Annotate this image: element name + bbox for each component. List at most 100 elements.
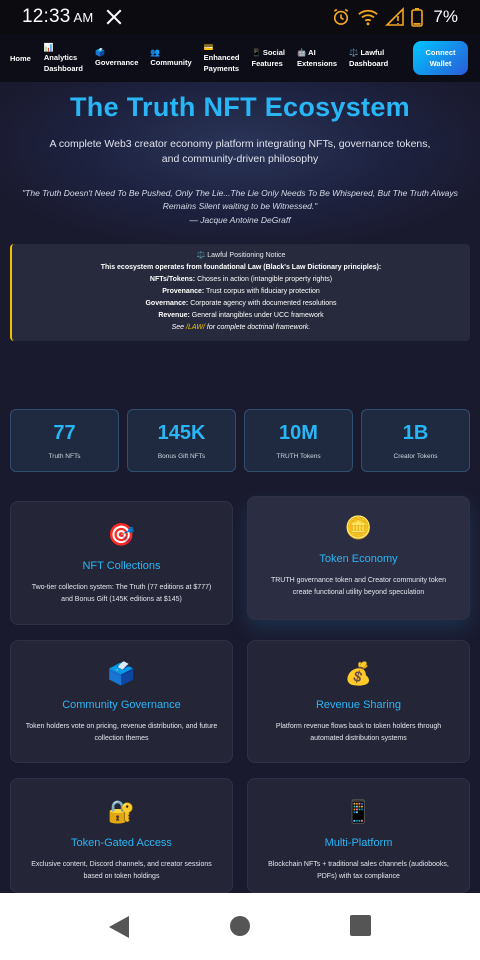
- stat-label: Bonus Gift NFTs: [157, 453, 206, 460]
- feature-card-token-economy: 🪙 Token Economy TRUTH governance token a…: [247, 496, 470, 620]
- feature-desc: TRUTH governance token and Creator commu…: [270, 577, 447, 596]
- nav-label: Dashboard: [43, 63, 84, 73]
- nav-enhanced-payments[interactable]: 💳 Enhanced Payments: [204, 43, 240, 74]
- notice-title: ⚖️ Lawful Positioning Notice: [196, 252, 286, 259]
- quote-text: "The Truth Doesn't Need To Be Pushed, On…: [22, 188, 458, 211]
- hero-quote: "The Truth Doesn't Need To Be Pushed, On…: [10, 187, 470, 227]
- feature-title: Token-Gated Access: [71, 837, 172, 849]
- nav-label-text: AI: [308, 48, 316, 57]
- notice-label: NFTs/Tokens:: [149, 276, 196, 283]
- nav-lawful-dashboard[interactable]: ⚖️ Lawful Dashboard: [349, 47, 388, 69]
- nav-governance[interactable]: 🗳️ Governance: [95, 48, 138, 68]
- feature-title: Multi-Platform: [324, 837, 393, 849]
- nav-label: Payments: [203, 63, 240, 73]
- feature-card-multi-platform: 📱 Multi-Platform Blockchain NFTs + tradi…: [247, 778, 470, 893]
- back-icon[interactable]: [107, 915, 131, 939]
- nav-label: Governance: [95, 58, 139, 67]
- nav-label: ⚖️ Lawful: [349, 47, 384, 58]
- nav-label: 🤖 AI: [297, 47, 316, 58]
- nav-community[interactable]: 👥 Community: [150, 48, 191, 68]
- notice-line: Provenance: Trust corpus with fiduciary …: [12, 286, 470, 298]
- status-time: 12:33 AM: [22, 6, 93, 28]
- feature-card-nft-collections: 🎯 NFT Collections Two-tier collection sy…: [10, 501, 233, 625]
- nav-analytics-dashboard[interactable]: 📊 Analytics Dashboard: [44, 43, 83, 74]
- android-nav-bar: [0, 893, 480, 960]
- notice-text: See: [171, 324, 187, 331]
- stats-row: 77 Truth NFTs 145K Bonus Gift NFTs 10M T…: [10, 409, 470, 472]
- notice-label: Revenue:: [158, 312, 190, 319]
- nav-label: 📱 Social: [251, 47, 285, 58]
- signal-icon: [385, 7, 405, 26]
- stat-label: Creator Tokens: [393, 453, 438, 460]
- nav-label-text: Lawful: [360, 48, 385, 57]
- nav-label: Dashboard: [349, 59, 389, 68]
- nav-label: Community: [150, 58, 192, 67]
- x-logo-icon: [107, 9, 122, 25]
- hero-section: The Truth NFT Ecosystem A complete Web3 …: [0, 82, 480, 242]
- notice-text: General intangibles under UCC framework: [189, 312, 324, 319]
- notice-line: Revenue: General intangibles under UCC f…: [12, 310, 470, 322]
- lawful-notice: ⚖️ Lawful Positioning Notice This ecosys…: [10, 244, 470, 341]
- top-navbar: Home 📊 Analytics Dashboard 🗳️ Governance…: [0, 34, 480, 82]
- nav-ai-extensions[interactable]: 🤖 AI Extensions: [297, 47, 337, 69]
- nav-home-label: Home: [10, 53, 31, 63]
- feature-desc: Platform revenue flows back to token hol…: [275, 723, 442, 742]
- notice-line: Governance: Corporate agency with docume…: [12, 298, 470, 310]
- nav-label-text: Social: [262, 48, 286, 57]
- feature-desc: Two-tier collection system: The Truth (7…: [31, 584, 212, 603]
- home-circle-icon[interactable]: [229, 915, 251, 937]
- nav-label: Features: [251, 59, 283, 68]
- feature-title: Token Economy: [319, 553, 398, 565]
- mobile-phone-icon: 📱: [344, 799, 373, 824]
- nav-label: Extensions: [297, 59, 338, 68]
- stat-card: 10M TRUTH Tokens: [244, 409, 353, 472]
- notice-text: Corporate agency with documented resolut…: [188, 300, 337, 307]
- feature-title: NFT Collections: [82, 560, 161, 572]
- stat-card: 1B Creator Tokens: [361, 409, 470, 472]
- ampm-text: AM: [73, 10, 94, 25]
- notice-text: for complete doctrinal framework.: [204, 324, 311, 331]
- notice-line: This ecosystem operates from foundationa…: [12, 262, 470, 274]
- stat-card: 77 Truth NFTs: [10, 409, 119, 472]
- stat-value: 10M: [279, 422, 318, 444]
- robot-icon: 🤖: [297, 48, 307, 57]
- people-icon: 👥: [150, 48, 161, 57]
- recents-square-icon[interactable]: [350, 915, 371, 936]
- quote-author: — Jacque Antoine DeGraff: [189, 215, 291, 225]
- lock-key-icon: 🔐: [107, 799, 136, 824]
- notice-intro: This ecosystem operates from foundationa…: [100, 264, 382, 271]
- stat-value: 1B: [402, 422, 429, 444]
- feature-card-token-gated-access: 🔐 Token-Gated Access Exclusive content, …: [10, 778, 233, 893]
- feature-title: Revenue Sharing: [315, 699, 401, 711]
- feature-desc: Exclusive content, Discord channels, and…: [31, 861, 212, 880]
- coin-icon: 🪙: [344, 515, 373, 540]
- status-bar: 12:33 AM 7%: [0, 0, 480, 34]
- notice-line: NFTs/Tokens: Choses in action (intangibl…: [12, 274, 470, 286]
- stat-value: 77: [53, 422, 76, 444]
- connect-label: Connect Wallet: [426, 47, 456, 69]
- target-icon: 🎯: [107, 522, 136, 547]
- credit-card-icon: 💳: [203, 42, 214, 52]
- feature-title: Community Governance: [62, 699, 181, 711]
- hero-subtitle: A complete Web3 creator economy platform…: [49, 138, 431, 165]
- ballot-box-icon: 🗳️: [107, 661, 136, 686]
- wifi-icon: [358, 9, 379, 26]
- stat-label: Truth NFTs: [48, 453, 81, 460]
- money-bag-icon: 💰: [344, 661, 373, 686]
- notice-label: Provenance:: [162, 288, 205, 295]
- notice-text: Trust corpus with fiduciary protection: [204, 288, 320, 295]
- status-left: 12:33 AM: [22, 6, 123, 28]
- nav-social-features[interactable]: 📱 Social Features: [251, 47, 285, 69]
- notice-text: Choses in action (intangible property ri…: [195, 276, 333, 283]
- mobile-phone-icon: 📱: [251, 48, 261, 57]
- ballot-box-icon: 🗳️: [95, 48, 105, 57]
- nav-home[interactable]: Home: [10, 53, 31, 64]
- nav-label: Analytics: [43, 52, 78, 62]
- connect-wallet-button[interactable]: Connect Wallet: [413, 41, 468, 75]
- nav-label: Enhanced: [203, 52, 240, 62]
- law-link[interactable]: /LAW/: [186, 324, 205, 331]
- feature-desc: Token holders vote on pricing, revenue d…: [25, 723, 218, 742]
- feature-desc: Blockchain NFTs + traditional sales chan…: [268, 861, 449, 880]
- page-title: The Truth NFT Ecosystem: [70, 92, 410, 122]
- alarm-icon: [334, 8, 349, 25]
